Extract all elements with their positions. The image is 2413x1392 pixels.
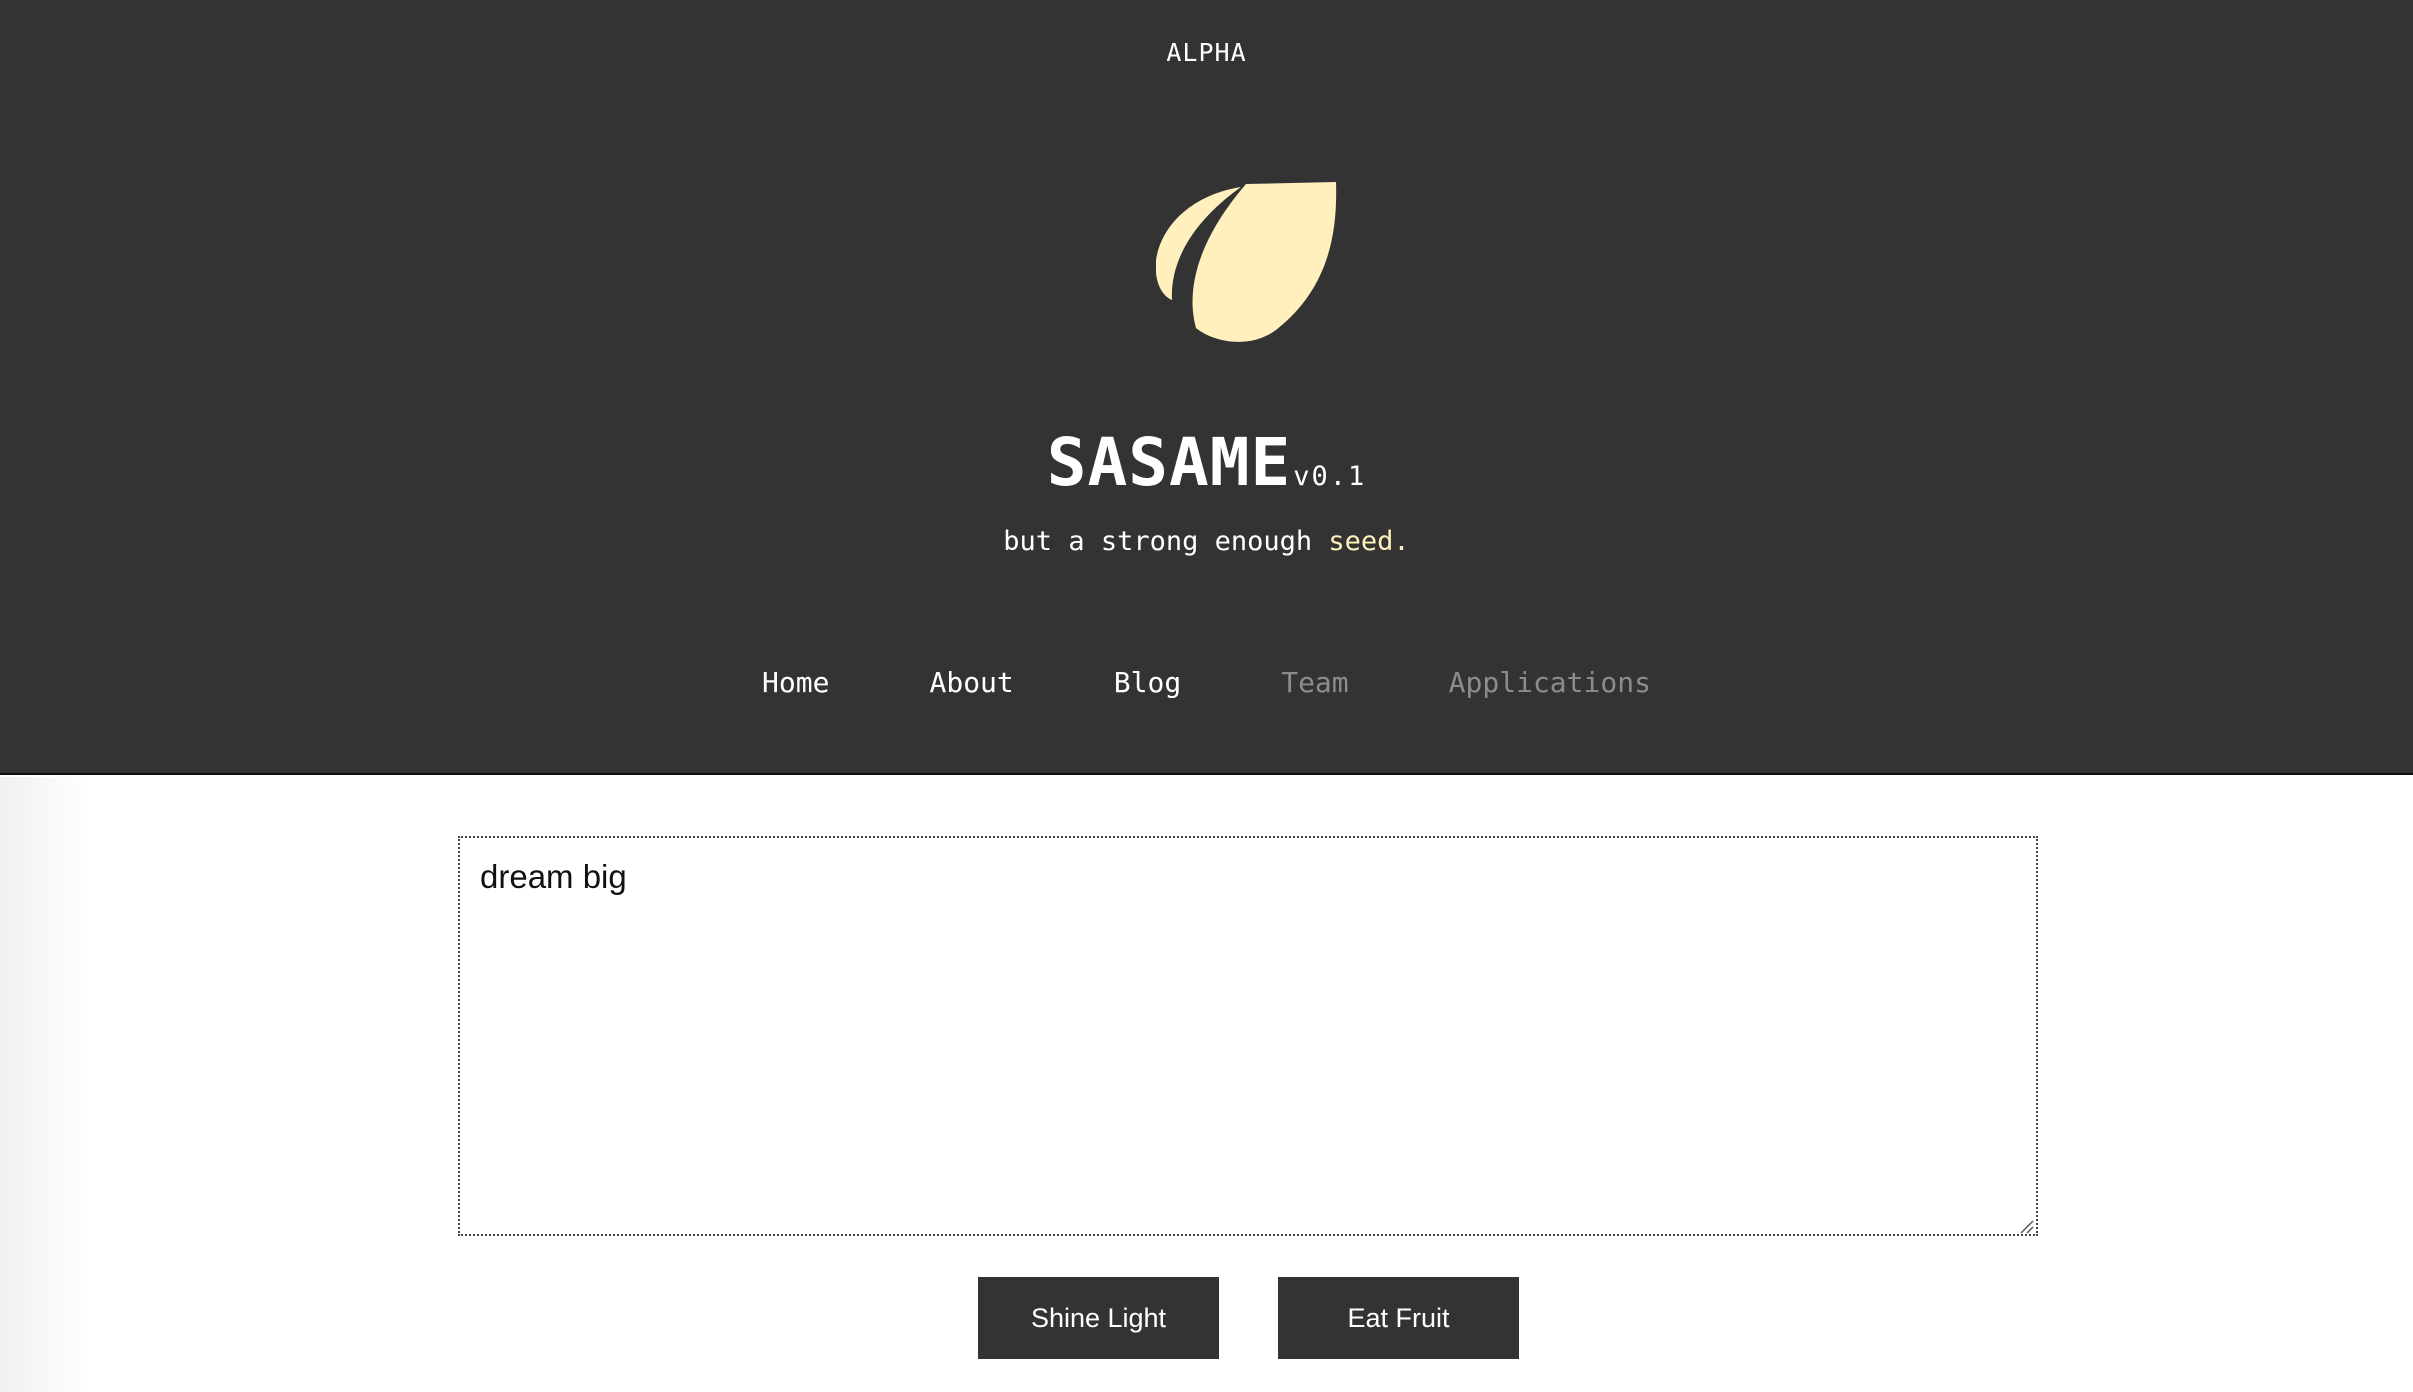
nav-blog[interactable]: Blog <box>1114 666 1181 699</box>
nav-about[interactable]: About <box>929 666 1013 699</box>
site-title: SASAME <box>1046 424 1292 501</box>
version-label: v0.1 <box>1293 461 1367 492</box>
resize-handle-icon[interactable] <box>2018 1218 2034 1234</box>
seed-icon <box>1156 182 1337 342</box>
shine-light-button[interactable]: Shine Light <box>978 1277 1219 1359</box>
site-header: ALPHA SASAMEv0.1 but a strong enough see… <box>0 0 2413 775</box>
alpha-badge: ALPHA <box>1166 38 1247 67</box>
nav-team: Team <box>1281 666 1349 699</box>
eat-fruit-button[interactable]: Eat Fruit <box>1278 1277 1519 1359</box>
nav-home[interactable]: Home <box>762 666 829 699</box>
tagline: but a strong enough seed. <box>0 526 2413 557</box>
side-shadow <box>0 777 90 1392</box>
nav-applications: Applications <box>1448 666 1651 699</box>
tagline-text: but a strong enough <box>1003 526 1329 557</box>
main-nav: Home About Blog Team Applications <box>0 666 2413 699</box>
dream-textarea[interactable]: dream big <box>458 836 2038 1236</box>
tagline-accent: seed. <box>1328 526 1410 557</box>
title-row: SASAMEv0.1 <box>0 424 2413 501</box>
